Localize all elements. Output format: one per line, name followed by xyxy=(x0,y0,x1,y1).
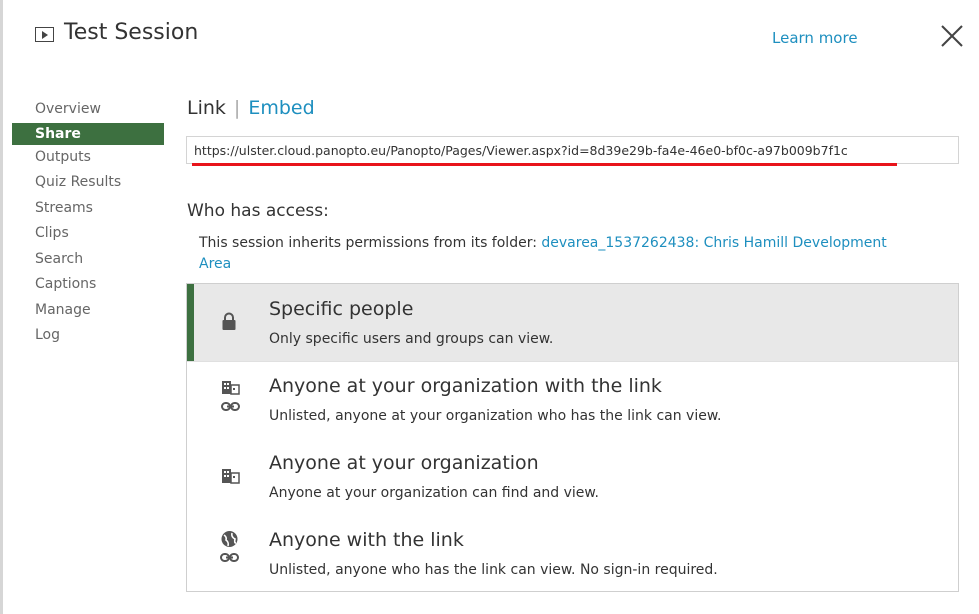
option-title: Specific people xyxy=(269,298,414,320)
option-title: Anyone at your organization xyxy=(269,452,539,474)
sidebar-item-overview[interactable]: Overview xyxy=(12,97,164,123)
who-has-access-heading: Who has access: xyxy=(187,201,329,221)
tab-link[interactable]: Link xyxy=(187,97,226,119)
close-button[interactable] xyxy=(938,22,966,50)
lock-icon xyxy=(221,312,237,336)
sidebar-nav: Overview Share Outputs Quiz Results Stre… xyxy=(12,97,164,349)
tab-embed[interactable]: Embed xyxy=(248,97,314,119)
option-description: Only specific users and groups can view. xyxy=(269,331,554,347)
sidebar-item-clips[interactable]: Clips xyxy=(12,221,164,247)
session-title: Test Session xyxy=(64,20,199,45)
close-icon xyxy=(941,25,963,47)
access-option-anyone-with-link[interactable]: Anyone with the link Unlisted, anyone wh… xyxy=(187,516,958,593)
sidebar-item-captions[interactable]: Captions xyxy=(12,272,164,298)
access-option-org-with-link[interactable]: Anyone at your organization with the lin… xyxy=(187,362,958,439)
share-url-field[interactable] xyxy=(186,136,959,164)
globe-link-icon xyxy=(220,530,240,570)
option-title: Anyone with the link xyxy=(269,529,464,551)
sidebar-item-streams[interactable]: Streams xyxy=(12,196,164,222)
header: Test Session Learn more xyxy=(0,0,979,72)
access-option-specific-people[interactable]: Specific people Only specific users and … xyxy=(187,284,958,361)
sidebar-item-quiz-results[interactable]: Quiz Results xyxy=(12,170,164,196)
learn-more-link[interactable]: Learn more xyxy=(772,29,858,47)
play-box-icon xyxy=(35,27,54,42)
tab-separator: | xyxy=(233,97,241,119)
access-option-org[interactable]: Anyone at your organization Anyone at yo… xyxy=(187,439,958,516)
window-left-edge xyxy=(0,0,3,614)
url-highlight-underline xyxy=(192,163,897,166)
access-options-list: Specific people Only specific users and … xyxy=(186,283,959,592)
sidebar-item-manage[interactable]: Manage xyxy=(12,298,164,324)
option-title: Anyone at your organization with the lin… xyxy=(269,375,662,397)
sidebar-item-search[interactable]: Search xyxy=(12,247,164,273)
inherits-permissions-text: This session inherits permissions from i… xyxy=(199,233,919,275)
sidebar-item-log[interactable]: Log xyxy=(12,323,164,349)
sidebar-item-outputs[interactable]: Outputs xyxy=(12,145,164,171)
option-description: Unlisted, anyone who has the link can vi… xyxy=(269,562,718,578)
inherits-label: This session inherits permissions from i… xyxy=(199,235,542,251)
organization-icon xyxy=(221,468,241,488)
share-tabs: Link | Embed xyxy=(187,97,315,119)
option-description: Anyone at your organization can find and… xyxy=(269,485,600,501)
organization-link-icon xyxy=(221,379,241,419)
option-description: Unlisted, anyone at your organization wh… xyxy=(269,408,722,424)
sidebar-item-share[interactable]: Share xyxy=(12,122,164,145)
